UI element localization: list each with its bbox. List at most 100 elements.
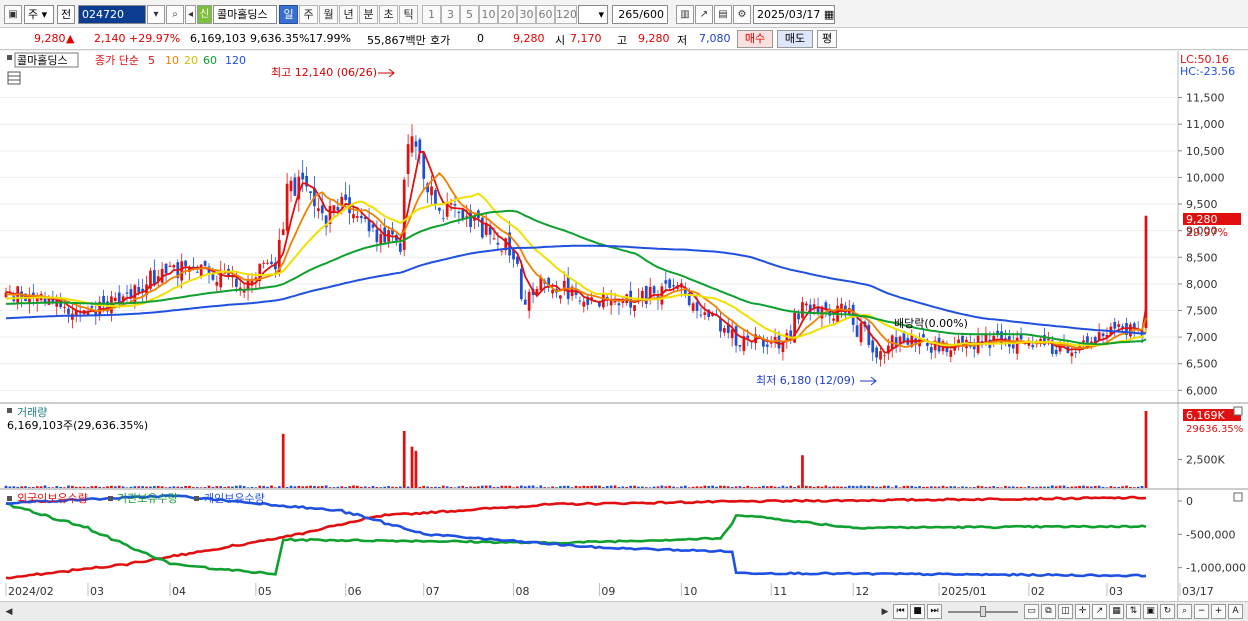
- volume-bar: [1062, 485, 1066, 488]
- scroll-left-icon[interactable]: ◀: [3, 605, 15, 619]
- volume-title[interactable]: 거래량: [17, 406, 47, 419]
- crosshair-icon[interactable]: ✛: [1075, 604, 1090, 619]
- chart-area[interactable]: 11,50011,00010,50010,0009,5009,0008,5008…: [0, 51, 1248, 601]
- volume-bar: [422, 485, 426, 488]
- last-page-icon[interactable]: ⏭: [927, 604, 942, 619]
- prev-button[interactable]: 전: [57, 5, 75, 24]
- refresh-icon[interactable]: ↻: [1160, 604, 1175, 619]
- period-week-button[interactable]: 주: [299, 5, 318, 24]
- holdings-close-icon[interactable]: [1233, 492, 1243, 502]
- price-change-pct: +29.97%: [129, 32, 181, 45]
- interval-10-button[interactable]: 10: [479, 5, 498, 24]
- layout-icon[interactable]: ▭: [1024, 604, 1039, 619]
- interval-20-button[interactable]: 20: [498, 5, 517, 24]
- scroll-right-icon[interactable]: ▶: [879, 605, 891, 619]
- calendar-icon[interactable]: ▦: [824, 8, 834, 21]
- volume-bar: [680, 486, 683, 488]
- interval-dropdown[interactable]: ▾: [578, 5, 608, 24]
- period-year-button[interactable]: 년: [339, 5, 358, 24]
- save-icon[interactable]: ▤: [714, 5, 732, 24]
- legend-institution-holdings[interactable]: 기관보유수량: [117, 492, 178, 505]
- period-tick-button[interactable]: 틱: [399, 5, 418, 24]
- volume-bar: [410, 446, 414, 488]
- x-tick-label: 10: [683, 585, 697, 598]
- candle: [1054, 349, 1058, 355]
- first-page-icon[interactable]: ⏮: [893, 604, 908, 619]
- high-annotation: 최고 12,140 (06/26): [271, 66, 377, 79]
- volume-bar: [836, 486, 839, 488]
- volume-bar: [328, 487, 332, 488]
- data-count-field[interactable]: 265/600: [612, 5, 668, 24]
- volume-bar: [551, 486, 554, 488]
- image-save-icon[interactable]: ▣: [1143, 604, 1158, 619]
- interval-5-button[interactable]: 5: [460, 5, 479, 24]
- volume-bar: [430, 487, 433, 488]
- period-type-dropdown[interactable]: 주 ▾: [24, 5, 54, 24]
- volume-close-icon[interactable]: [1233, 406, 1243, 416]
- interval-60-button[interactable]: 60: [536, 5, 555, 24]
- legend-foreign-holdings[interactable]: 외국인보유수량: [17, 492, 88, 505]
- split-view-icon[interactable]: ◫: [1058, 604, 1073, 619]
- settings-gear-icon[interactable]: ⚙: [733, 5, 751, 24]
- interval-1-button[interactable]: 1: [422, 5, 441, 24]
- magnifier-icon[interactable]: ⌕: [1177, 604, 1192, 619]
- interval-3-button[interactable]: 3: [441, 5, 460, 24]
- period-month-button[interactable]: 월: [319, 5, 338, 24]
- volume-bar: [113, 486, 117, 488]
- volume-bar: [98, 486, 102, 488]
- indicator-icon[interactable]: ▥: [676, 5, 694, 24]
- volume-bar: [137, 486, 141, 488]
- volume-bar: [590, 485, 593, 488]
- compare-icon[interactable]: ⇅: [1126, 604, 1141, 619]
- copy-icon[interactable]: ⧉: [1041, 604, 1056, 619]
- up-arrow-icon: ▲: [66, 32, 75, 45]
- volume-bar: [86, 487, 90, 488]
- legend-individual-holdings[interactable]: 개인보유수량: [204, 492, 265, 505]
- legend-ma-20[interactable]: 20: [184, 54, 198, 67]
- volume-bar: [664, 486, 668, 488]
- trend-icon[interactable]: ↗: [1092, 604, 1107, 619]
- speaker-icon[interactable]: ◂: [185, 5, 196, 24]
- bottom-scrollbar[interactable]: ◀ ▶ ⏮ ■ ⏭ ▭ ⧉ ◫ ✛ ↗ ▦ ⇅ ▣ ↻ ⌕ − + A: [0, 601, 1248, 621]
- search-icon[interactable]: ⌕: [166, 5, 184, 24]
- stop-icon[interactable]: ■: [910, 604, 925, 619]
- font-size-icon[interactable]: A: [1228, 604, 1243, 619]
- volume-bar: [254, 487, 258, 488]
- volume-bar: [652, 486, 656, 488]
- low-annotation: 최저 6,180 (12/09): [756, 374, 855, 387]
- period-day-button[interactable]: 일: [279, 5, 298, 24]
- zoom-out-icon[interactable]: −: [1194, 604, 1209, 619]
- volume-tag-text: 6,169K: [1186, 409, 1225, 422]
- candle: [336, 207, 340, 211]
- grid-icon[interactable]: ▦: [1109, 604, 1124, 619]
- volume-bar: [922, 486, 925, 488]
- candle: [137, 287, 141, 293]
- candle: [691, 303, 695, 311]
- stock-code-input[interactable]: 024720: [78, 5, 146, 24]
- legend-ma-5[interactable]: 5: [148, 54, 155, 67]
- table-view-icon[interactable]: [7, 71, 21, 85]
- sell-button[interactable]: 매도: [777, 30, 813, 48]
- volume-bar: [480, 485, 484, 488]
- legend-ma-120[interactable]: 120: [225, 54, 246, 67]
- period-minute-button[interactable]: 분: [359, 5, 378, 24]
- zoom-in-icon[interactable]: +: [1211, 604, 1226, 619]
- date-field[interactable]: 2025/03/17 ▦: [753, 5, 835, 24]
- interval-30-button[interactable]: 30: [517, 5, 536, 24]
- code-dropdown-icon[interactable]: ▾: [147, 5, 165, 24]
- legend-stock-name[interactable]: 콜마홀딩스: [17, 54, 68, 67]
- volume-bar: [207, 485, 211, 488]
- volume-bar: [1023, 487, 1027, 488]
- price-tick-label: 10,000: [1186, 171, 1225, 184]
- zoom-handle[interactable]: [980, 606, 986, 617]
- window-menu-icon[interactable]: ▣: [4, 5, 22, 24]
- interval-120-button[interactable]: 120: [555, 5, 577, 24]
- buy-button[interactable]: 매수: [737, 30, 773, 48]
- period-second-button[interactable]: 초: [379, 5, 398, 24]
- legend-ma-10[interactable]: 10: [165, 54, 179, 67]
- legend-ma-60[interactable]: 60: [203, 54, 217, 67]
- candle: [1070, 352, 1074, 357]
- volume-bar: [110, 485, 113, 488]
- draw-tool-icon[interactable]: ↗: [695, 5, 713, 24]
- evaluate-button[interactable]: 평: [817, 30, 837, 48]
